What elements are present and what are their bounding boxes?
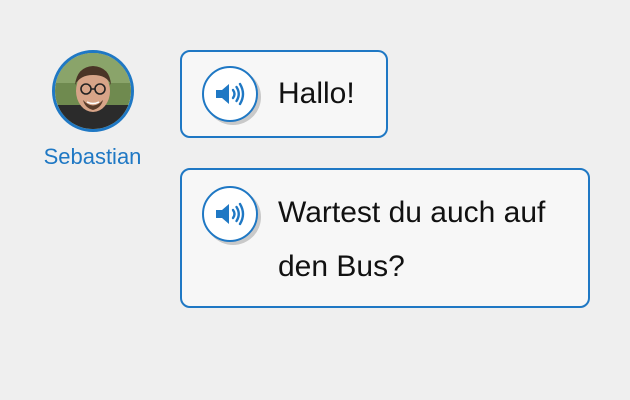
speaker-icon xyxy=(216,82,245,106)
message-text: Wartest du auch auf den Bus? xyxy=(278,196,546,283)
speaker-icon xyxy=(216,202,245,226)
play-audio-button[interactable] xyxy=(202,186,258,242)
message-bubble: Hallo! xyxy=(180,50,388,138)
avatar xyxy=(51,50,134,132)
message-bubble: Wartest du auch auf den Bus? xyxy=(180,168,590,308)
play-audio-button[interactable] xyxy=(202,66,258,122)
message-text: Hallo! xyxy=(278,77,355,110)
avatar-portrait xyxy=(54,53,131,129)
speaker-panel: Sebastian xyxy=(30,50,155,170)
chat-dialog: Sebastian Hallo! Wartest du auch auf den… xyxy=(0,0,630,400)
speaker-name: Sebastian xyxy=(43,144,142,169)
